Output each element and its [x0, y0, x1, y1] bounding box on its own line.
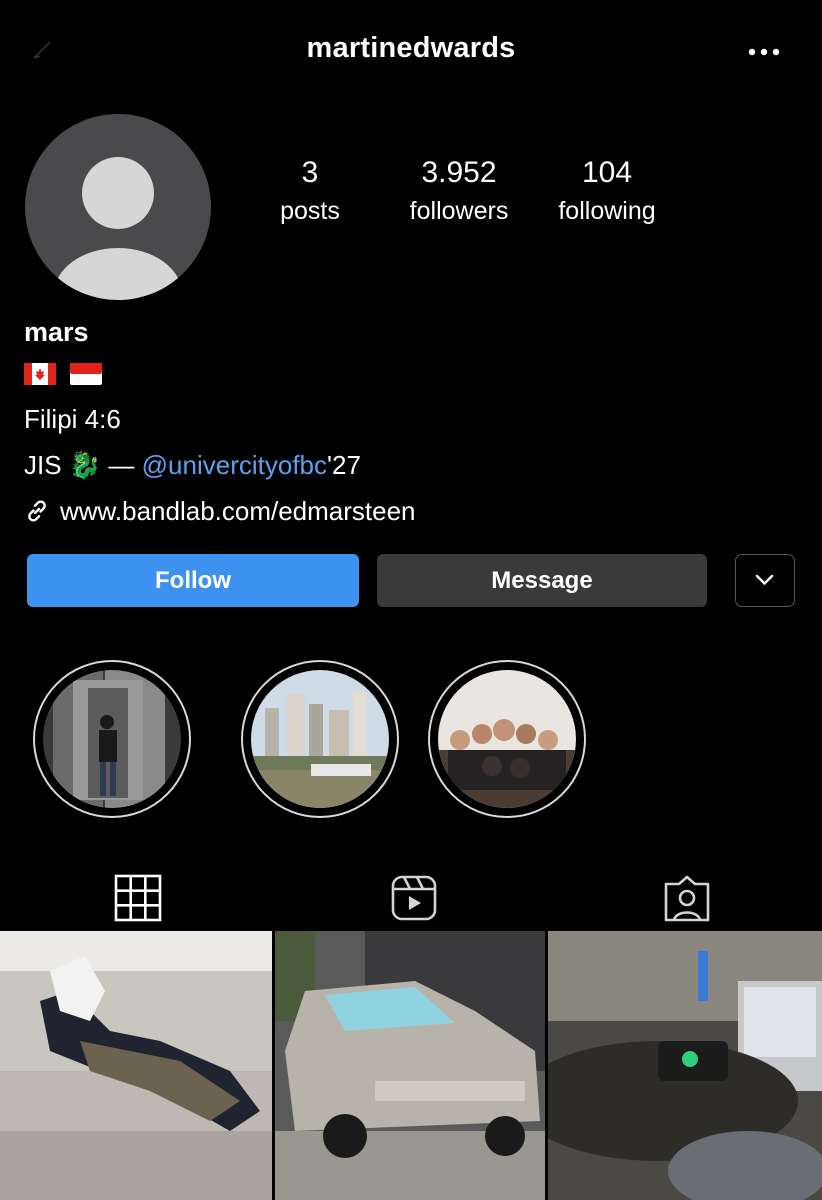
highlight-elevator-image [43, 670, 181, 808]
reels-icon [391, 875, 437, 921]
post-studio-image [548, 931, 822, 1200]
profile-tabs [0, 860, 822, 930]
bio-line-verse: Filipi 4:6 [24, 404, 121, 434]
follow-button[interactable]: Follow [27, 554, 359, 607]
top-bar: martinedwards [0, 0, 822, 100]
highlight-party-image [438, 670, 576, 808]
tab-tagged[interactable] [657, 868, 717, 928]
display-name: mars [24, 317, 89, 347]
profile-bio: mars Filipi 4:6 JIS 🐉 — @univercityofbc'… [24, 312, 784, 534]
indonesia-flag-icon [70, 363, 102, 385]
following-label: following [558, 197, 656, 225]
university-mention-link[interactable]: @univercityofbc [142, 450, 327, 480]
followers-count[interactable]: 3.952 followers [384, 153, 534, 229]
post-couch-image [0, 931, 272, 1200]
profile-username: martinedwards [306, 32, 516, 64]
bio-dash: — [108, 450, 135, 480]
post-3[interactable] [548, 931, 822, 1200]
followers-label: followers [409, 197, 509, 225]
highlight-2[interactable] [241, 660, 399, 818]
profile-stats: 3 posts 3.952 followers 104 following [250, 153, 690, 233]
bio-school-text: JIS [24, 450, 62, 480]
suggested-dropdown-button[interactable] [735, 554, 795, 607]
highlight-3[interactable] [428, 660, 586, 818]
bio-line-school: JIS 🐉 — @univercityofbc'27 [24, 442, 784, 488]
post-car-image [275, 931, 545, 1200]
flag-row [24, 352, 784, 396]
dragon-emoji: 🐉 [68, 450, 102, 480]
tab-reels[interactable] [384, 868, 444, 928]
default-avatar-icon [54, 157, 182, 300]
highlight-city-image [251, 670, 389, 808]
tab-grid[interactable] [108, 868, 168, 928]
grid-icon [114, 874, 162, 922]
followers-value: 3.952 [421, 156, 497, 189]
posts-count[interactable]: 3 posts [235, 153, 385, 229]
message-button[interactable]: Message [377, 554, 707, 607]
canada-flag-icon [24, 363, 56, 385]
following-count[interactable]: 104 following [532, 153, 682, 229]
more-options-icon[interactable] [746, 40, 782, 64]
post-2[interactable] [275, 931, 545, 1200]
avatar[interactable] [25, 114, 211, 300]
link-icon [28, 500, 46, 522]
bio-year-suffix: '27 [327, 450, 361, 480]
posts-label: posts [280, 197, 340, 225]
website-url: www.bandlab.com/edmarsteen [60, 496, 416, 526]
posts-value: 3 [301, 156, 319, 189]
chevron-down-icon [755, 574, 774, 585]
bio-website-link[interactable]: www.bandlab.com/edmarsteen [24, 488, 784, 534]
tagged-icon [664, 875, 710, 922]
post-1[interactable] [0, 931, 272, 1200]
following-value: 104 [581, 156, 633, 189]
highlight-1[interactable] [33, 660, 191, 818]
